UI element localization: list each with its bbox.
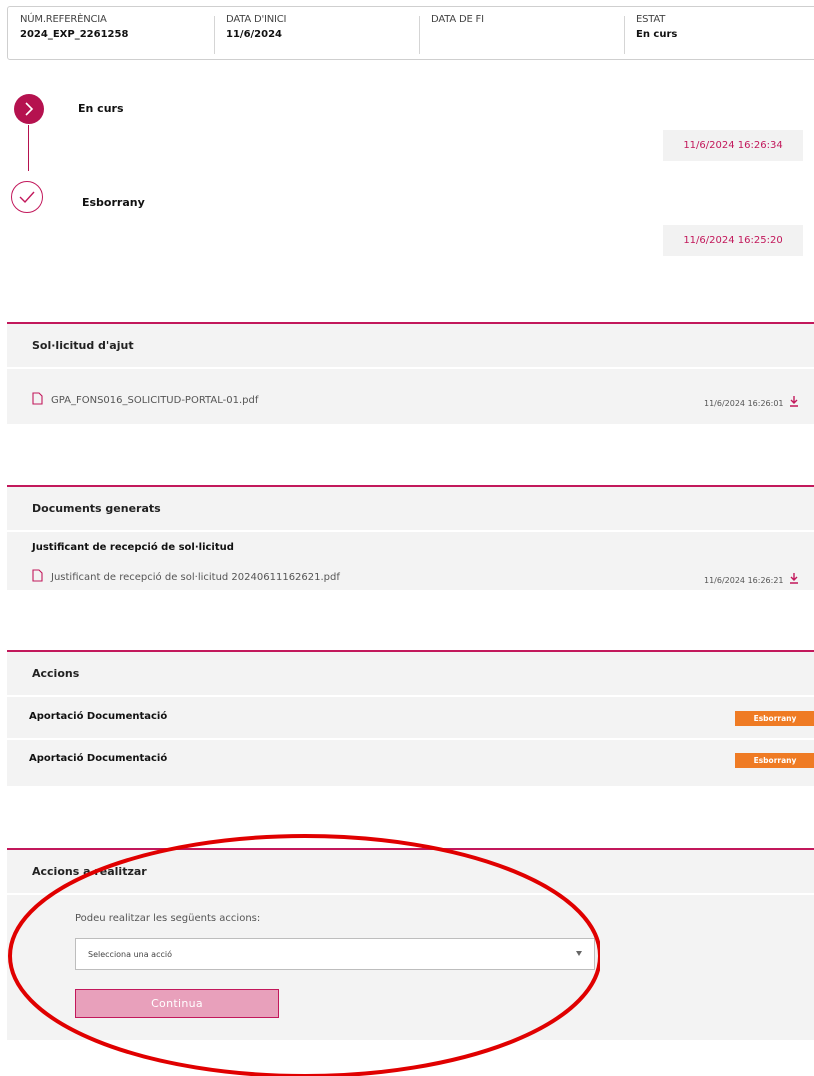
start-date-value: 11/6/2024 <box>226 29 283 40</box>
action-label: Aportació Documentació <box>29 753 168 764</box>
download-icon[interactable] <box>789 396 799 407</box>
status-badge: Esborrany <box>735 753 814 768</box>
action-select[interactable]: Selecciona una acció <box>75 938 595 970</box>
file-name[interactable]: Justificant de recepció de sol·licitud 2… <box>51 572 340 583</box>
end-date-label: DATA DE FI <box>431 14 484 25</box>
intro-text: Podeu realitzar les següents accions: <box>75 913 261 924</box>
document-icon <box>32 569 43 582</box>
file-link[interactable]: GPA_FONS016_SOLICITUD-PORTAL-01.pdf <box>32 388 258 407</box>
section-accions: Accions Aportació Documentació Esborrany… <box>7 650 814 786</box>
action-row[interactable]: Aportació Documentació Esborrany <box>7 698 814 740</box>
info-divider <box>624 16 625 54</box>
action-label: Aportació Documentació <box>29 711 168 722</box>
action-row[interactable]: Aportació Documentació Esborrany <box>7 740 814 780</box>
section-title: Documents generats <box>7 487 814 532</box>
section-solicitud: Sol·licitud d'ajut GPA_FONS016_SOLICITUD… <box>7 322 814 424</box>
timeline-step-label: Esborrany <box>82 196 145 209</box>
chevron-right-icon <box>25 102 34 116</box>
timeline-connector <box>28 125 29 171</box>
status-badge: Esborrany <box>735 711 814 726</box>
file-meta: 11/6/2024 16:26:21 <box>704 568 799 587</box>
select-value: Selecciona una acció <box>88 949 172 959</box>
status-label: ESTAT <box>636 14 666 25</box>
file-date: 11/6/2024 16:26:01 <box>704 399 784 408</box>
end-date-column: DATA DE FI <box>431 14 484 29</box>
continue-button[interactable]: Continua <box>75 989 279 1018</box>
timeline-step-date: 11/6/2024 16:25:20 <box>663 225 803 256</box>
start-date-column: DATA D'INICI 11/6/2024 <box>226 14 287 40</box>
timeline-step-date: 11/6/2024 16:26:34 <box>663 130 803 161</box>
status-column: ESTAT En curs <box>636 14 677 40</box>
ref-label: NÚM.REFERÈNCIA <box>20 14 107 25</box>
status-value: En curs <box>636 29 678 40</box>
ref-value: 2024_EXP_2261258 <box>20 29 129 40</box>
file-date: 11/6/2024 16:26:21 <box>704 576 784 585</box>
download-icon[interactable] <box>789 573 799 584</box>
info-divider <box>419 16 420 54</box>
timeline-step-done <box>11 181 43 213</box>
file-meta: 11/6/2024 16:26:01 <box>704 391 799 410</box>
timeline-step-label: En curs <box>78 102 124 115</box>
document-icon <box>32 392 43 405</box>
file-link[interactable]: Justificant de recepció de sol·licitud 2… <box>32 565 340 584</box>
chevron-down-icon <box>576 951 582 956</box>
timeline-step-active <box>14 94 44 124</box>
expedient-info-header: NÚM.REFERÈNCIA 2024_EXP_2261258 DATA D'I… <box>7 6 814 60</box>
section-title: Sol·licitud d'ajut <box>7 324 814 369</box>
info-divider <box>214 16 215 54</box>
section-title: Accions a realitzar <box>7 850 814 895</box>
check-icon <box>19 191 35 204</box>
section-documents: Documents generats Justificant de recepc… <box>7 485 814 590</box>
start-date-label: DATA D'INICI <box>226 14 287 25</box>
file-name[interactable]: GPA_FONS016_SOLICITUD-PORTAL-01.pdf <box>51 395 258 406</box>
ref-column: NÚM.REFERÈNCIA 2024_EXP_2261258 <box>20 14 128 40</box>
section-title: Accions <box>7 652 814 697</box>
document-group-title: Justificant de recepció de sol·licitud <box>32 542 234 553</box>
